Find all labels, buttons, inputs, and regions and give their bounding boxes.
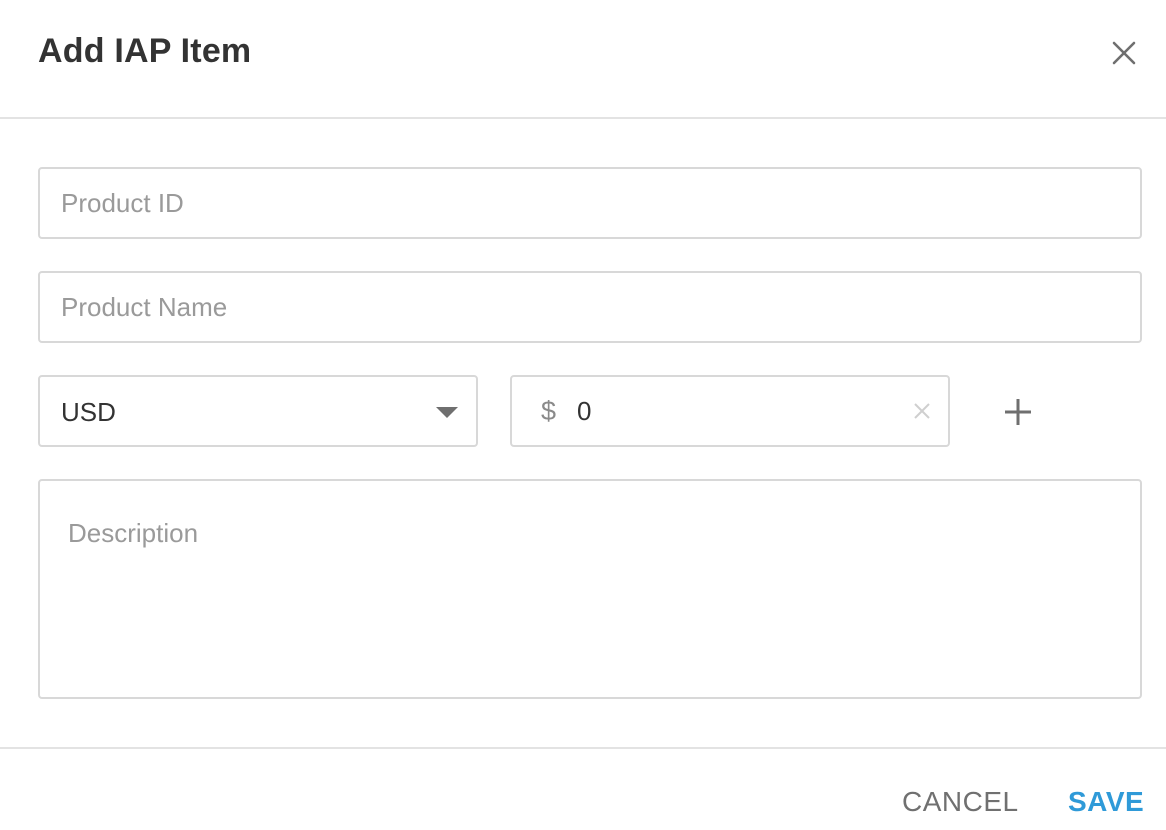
product-name-input[interactable]: [61, 273, 1121, 341]
add-iap-item-dialog: Add IAP Item USD $: [0, 0, 1166, 830]
chevron-down-icon: [436, 407, 458, 418]
dialog-header: Add IAP Item: [0, 0, 1166, 119]
clear-price-button[interactable]: [912, 401, 932, 421]
product-id-field: [38, 167, 1142, 239]
price-field: $: [510, 375, 950, 447]
product-name-field: [38, 271, 1142, 343]
clear-icon: [914, 403, 930, 419]
cancel-button[interactable]: CANCEL: [902, 786, 1019, 818]
plus-icon: [1005, 399, 1031, 425]
currency-selected-value: USD: [61, 397, 116, 427]
currency-symbol: $: [541, 396, 557, 426]
close-button[interactable]: [1104, 33, 1144, 73]
dialog-footer: CANCEL SAVE: [0, 747, 1166, 830]
save-button[interactable]: SAVE: [1068, 786, 1144, 818]
close-icon: [1112, 41, 1136, 65]
currency-select[interactable]: USD: [38, 375, 478, 447]
product-id-input[interactable]: [61, 169, 1121, 237]
add-price-button[interactable]: [1000, 394, 1036, 430]
dialog-title: Add IAP Item: [38, 32, 252, 70]
description-input[interactable]: [68, 517, 1118, 687]
price-input[interactable]: [577, 377, 897, 445]
description-field: [38, 479, 1142, 699]
